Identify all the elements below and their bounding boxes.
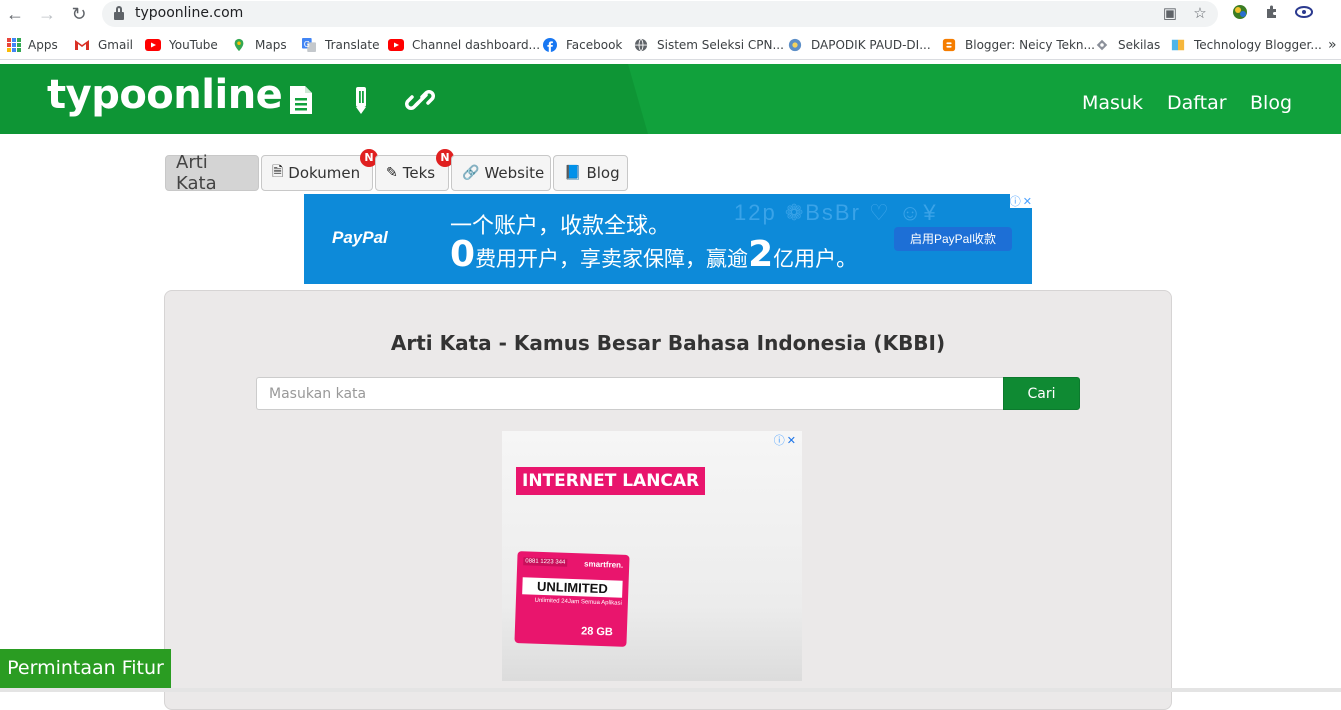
puzzle-icon[interactable]	[1262, 4, 1282, 24]
site-logo[interactable]: typoonline	[47, 72, 283, 118]
star-icon[interactable]: ☆	[1190, 4, 1210, 24]
bookmark-apps[interactable]: Apps	[7, 36, 58, 54]
bookmark-label: Translate	[325, 38, 380, 52]
bookmarks-overflow-button[interactable]: »	[1328, 36, 1337, 54]
tab-blog[interactable]: 📘 Blog	[553, 155, 628, 191]
tab-label: Website	[484, 164, 545, 182]
ad-close-icon[interactable]: ⓘ ✕	[774, 433, 796, 448]
bookmark-maps[interactable]: Maps	[231, 36, 287, 54]
tab-dokumen[interactable]: 🗎 Dokumen N	[261, 149, 378, 191]
apps-grid-icon	[7, 38, 21, 52]
tab-label: Teks	[402, 164, 436, 182]
bookmark-label: Apps	[28, 38, 58, 52]
browser-toolbar: ← → ↻ typoonline.com ▣ ☆	[0, 0, 1341, 28]
search-input[interactable]	[256, 377, 1003, 410]
book-icon: 📘	[564, 165, 582, 181]
ad-headline: INTERNET LANCAR	[516, 467, 706, 495]
sekilas-icon	[1096, 39, 1108, 51]
bookmark-label: Blogger: Neicy Tekn...	[965, 38, 1095, 52]
link-icon: 🔗	[462, 165, 480, 181]
blogger-icon	[942, 38, 956, 52]
paypal-logo: PayPal	[332, 228, 388, 247]
extension-globe-icon[interactable]	[1230, 4, 1250, 24]
dapodik-icon	[788, 38, 802, 52]
site-header: typoonline Masuk Daftar Blog	[0, 64, 1341, 134]
book-icon	[1171, 39, 1185, 51]
bookmark-label: Technology Blogger...	[1194, 38, 1322, 52]
tab-website[interactable]: 🔗 Website	[451, 155, 551, 191]
reload-icon[interactable]: ↻	[68, 3, 90, 25]
youtube-icon	[145, 39, 161, 51]
bookmark-facebook[interactable]: Facebook	[542, 36, 622, 54]
bookmark-label: Sistem Seleksi CPN...	[657, 38, 784, 52]
link-tool-icon[interactable]	[405, 84, 435, 116]
maps-icon	[234, 38, 244, 52]
page-title: Arti Kata - Kamus Besar Bahasa Indonesia…	[390, 331, 946, 355]
product-title: UNLIMITED	[522, 577, 623, 598]
bookmark-dapodik[interactable]: DAPODIK PAUD-DI...	[787, 36, 931, 54]
profile-icon[interactable]	[1294, 4, 1314, 24]
tab-arti-kata[interactable]: Arti Kata	[165, 152, 259, 194]
bookmark-label: Sekilas	[1118, 38, 1161, 52]
bookmark-youtube[interactable]: YouTube	[145, 36, 218, 54]
tab-label: Dokumen	[288, 164, 361, 182]
svg-text:G: G	[304, 40, 310, 49]
search-button[interactable]: Cari	[1003, 377, 1080, 410]
file-icon: 🗎	[272, 164, 284, 180]
product-brand: smartfren.	[583, 559, 624, 570]
blog-link[interactable]: Blog	[1250, 92, 1292, 114]
bookmark-label: YouTube	[169, 38, 218, 52]
youtube-icon	[388, 39, 404, 51]
product-size: 28 GB	[580, 625, 614, 639]
product-number: 0881 1223 344	[523, 557, 568, 567]
facebook-icon	[543, 38, 557, 52]
pencil-icon: ✎	[386, 165, 398, 181]
paypal-ad-banner[interactable]: 12p ❁BsBr ♡ ☺¥ PayPal 一个账户，收款全球。 0费用开户，享…	[304, 194, 1032, 284]
ad-line-2: 0费用开户，享卖家保障，赢逾2亿用户。	[450, 234, 858, 275]
bookmark-blogger[interactable]: Blogger: Neicy Tekn...	[941, 36, 1095, 54]
bookmark-label: Maps	[255, 38, 287, 52]
product-subtitle: Unlimited 24Jam Semua Aplikasi	[534, 597, 622, 607]
forward-arrow-icon[interactable]: →	[36, 3, 58, 25]
bookmark-gmail[interactable]: Gmail	[74, 36, 133, 54]
ad-close-icon[interactable]: ⓘ ✕	[1010, 194, 1032, 208]
bookmarks-bar: Apps Gmail YouTube Maps G Translate Chan…	[0, 30, 1341, 60]
smartfren-ad[interactable]: ⓘ ✕ INTERNET LANCAR 0881 1223 344 smartfr…	[502, 431, 802, 681]
bookmark-label: Gmail	[98, 38, 134, 52]
ad-background-pattern: 12p ❁BsBr ♡ ☺¥	[734, 200, 938, 225]
translate-page-icon[interactable]: ▣	[1160, 4, 1180, 24]
bookmark-sistem-seleksi[interactable]: Sistem Seleksi CPN...	[633, 36, 784, 54]
tab-label: Blog	[586, 164, 620, 182]
url-text: typoonline.com	[135, 5, 244, 21]
ad-cta-button[interactable]: 启用PayPal收款	[894, 227, 1012, 251]
register-link[interactable]: Daftar	[1167, 92, 1227, 114]
login-link[interactable]: Masuk	[1082, 92, 1143, 114]
bookmark-label: Channel dashboard...	[412, 38, 541, 52]
globe-icon	[634, 38, 648, 52]
page-bottom-bar	[0, 688, 1341, 692]
product-image: 0881 1223 344 smartfren. UNLIMITED Unlim…	[514, 551, 630, 647]
feature-request-button[interactable]: Permintaan Fitur	[0, 649, 171, 688]
tab-label: Arti Kata	[176, 152, 217, 194]
translate-icon: G	[302, 38, 316, 52]
document-tool-icon[interactable]	[286, 84, 316, 116]
bookmark-sekilas[interactable]: Sekilas	[1094, 36, 1160, 54]
bookmark-channel-dashboard[interactable]: Channel dashboard...	[388, 36, 540, 54]
lock-icon	[114, 6, 124, 20]
bookmark-label: DAPODIK PAUD-DI...	[811, 38, 931, 52]
pencil-tool-icon[interactable]	[346, 84, 376, 116]
bookmark-technology-blogger[interactable]: Technology Blogger...	[1170, 36, 1322, 54]
bookmark-label: Facebook	[566, 38, 623, 52]
bookmark-translate[interactable]: G Translate	[301, 36, 380, 54]
gmail-icon	[75, 40, 89, 50]
tab-teks[interactable]: ✎ Teks N	[375, 149, 454, 191]
address-bar[interactable]: typoonline.com ▣ ☆	[102, 1, 1218, 27]
back-arrow-icon[interactable]: ←	[4, 3, 26, 25]
